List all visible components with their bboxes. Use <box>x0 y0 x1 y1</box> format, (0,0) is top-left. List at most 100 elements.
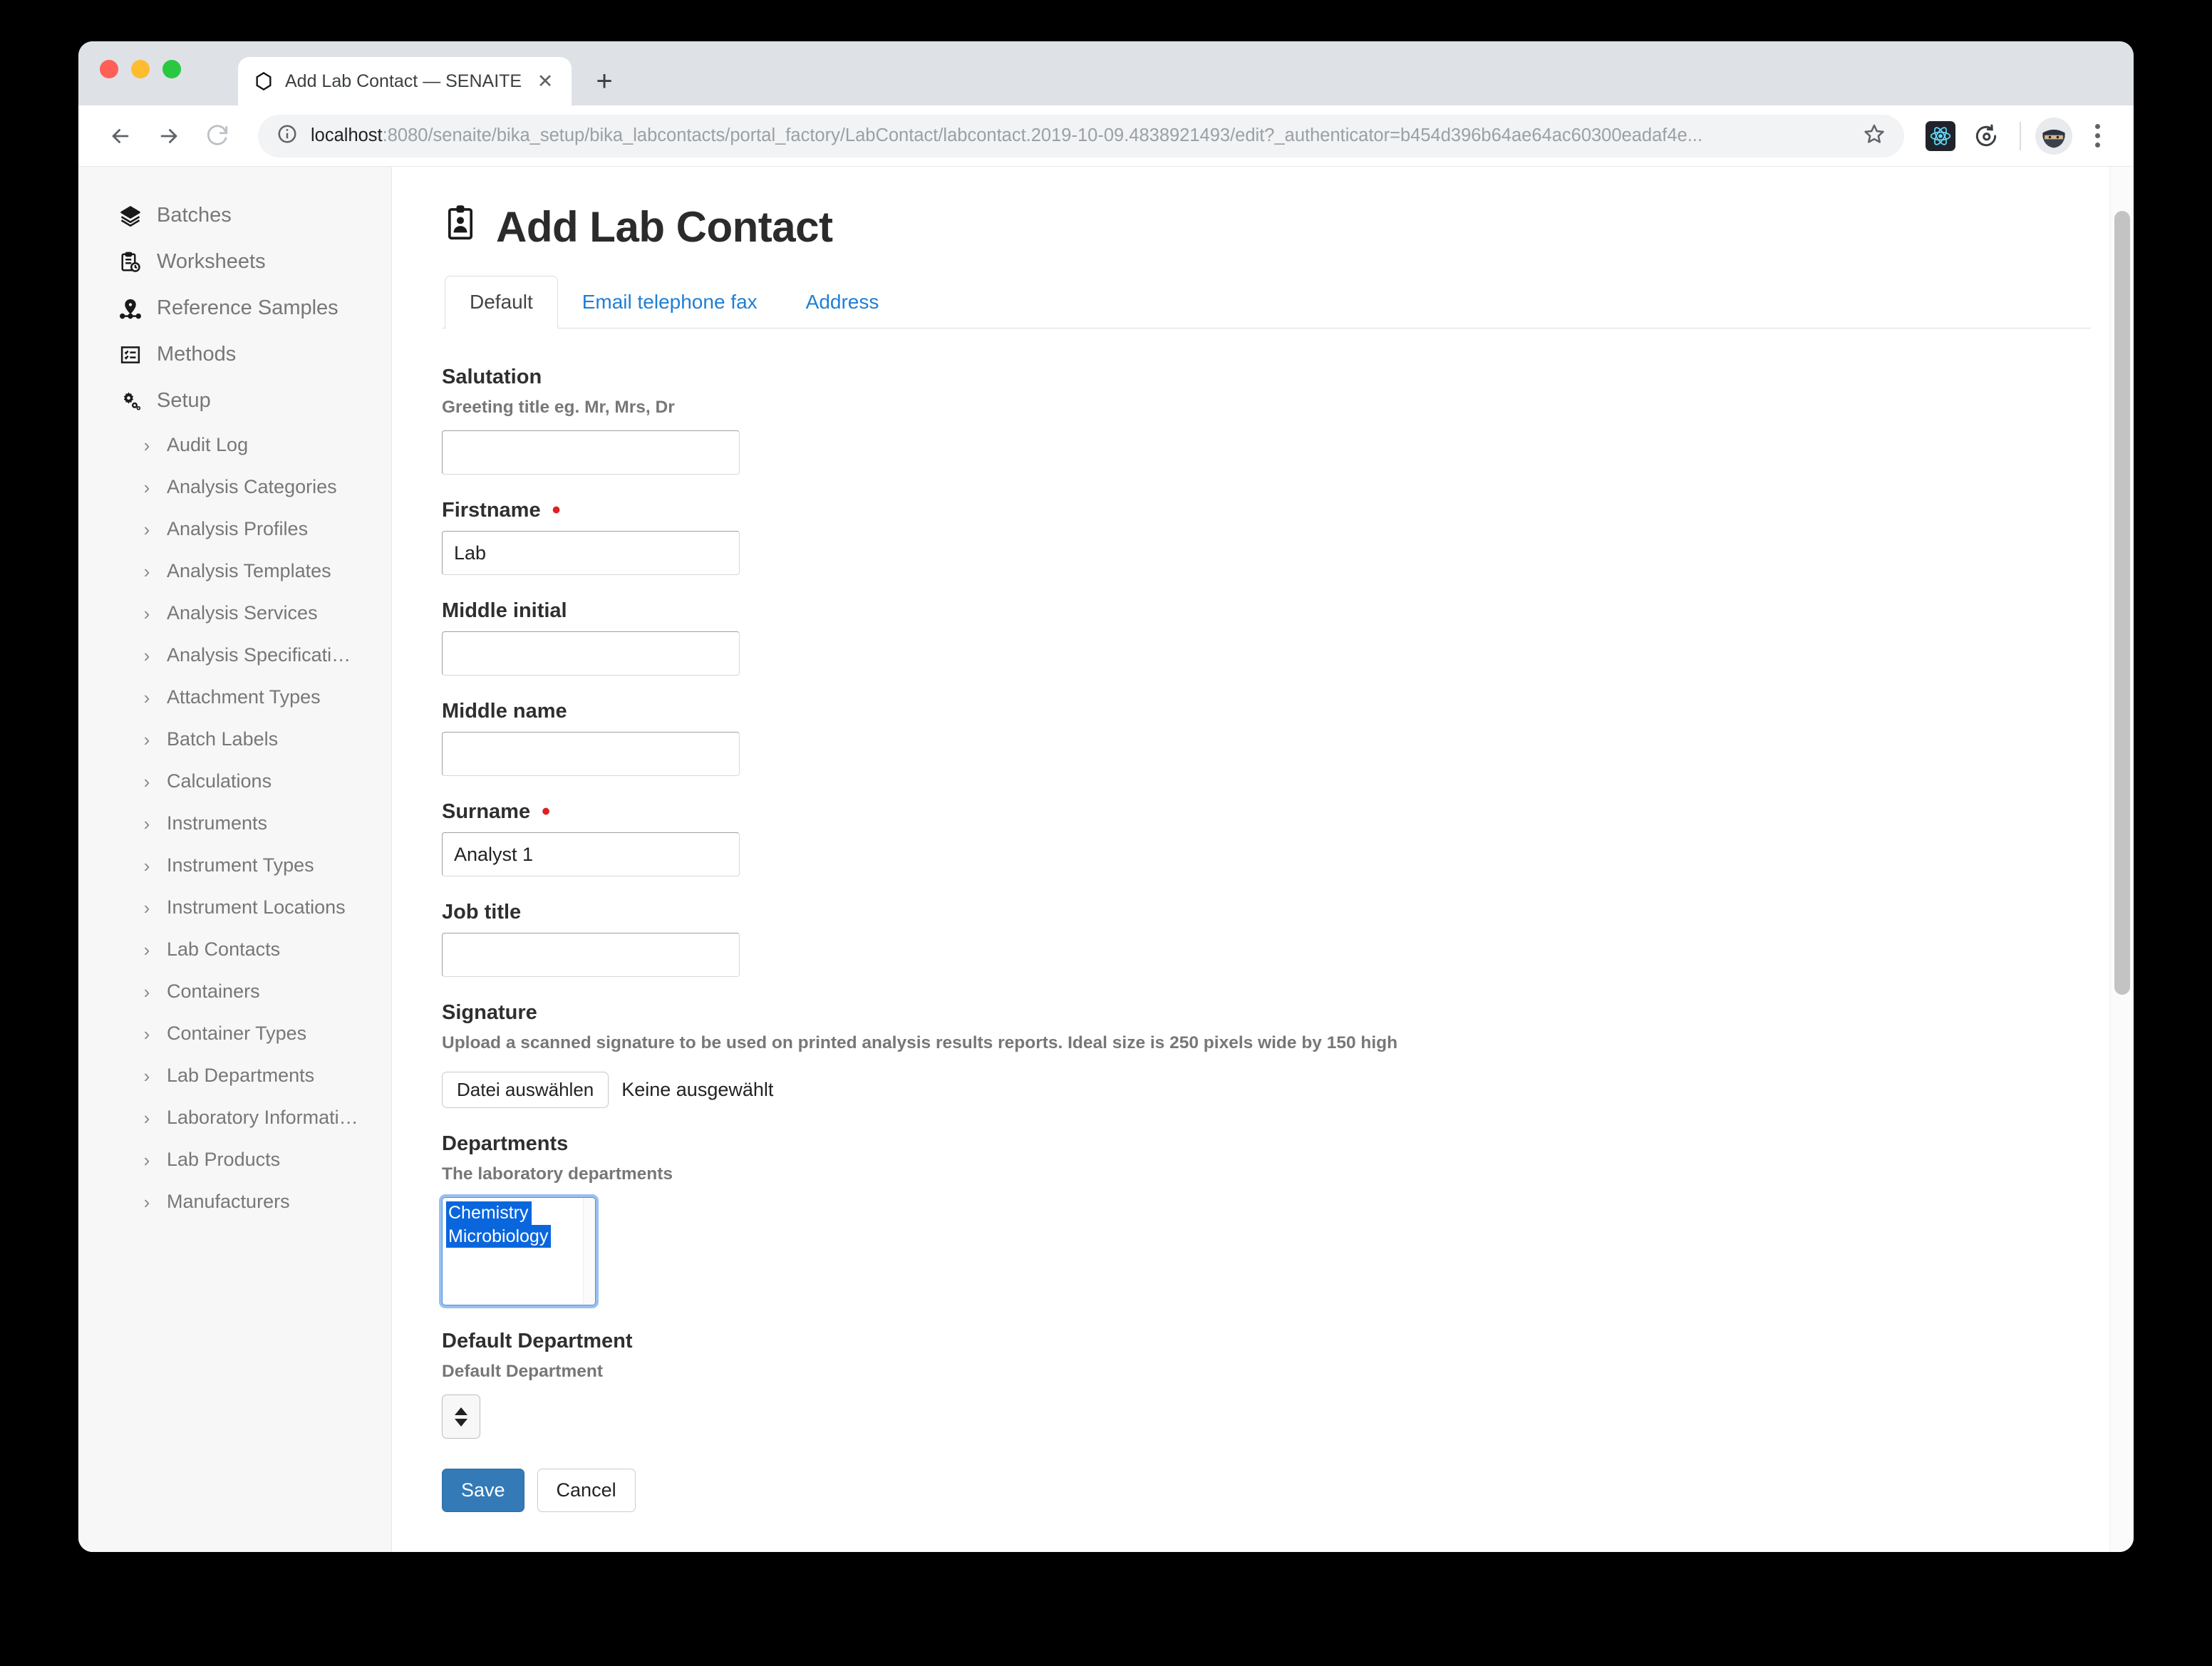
refresh-extension-icon[interactable] <box>1967 117 2005 155</box>
sidebar-subitem-instrument-types[interactable]: › Instrument Types <box>78 844 391 886</box>
job-title-label: Job title <box>442 901 522 923</box>
sidebar-subitem-label: Instrument Types <box>167 854 314 876</box>
chevron-right-icon: › <box>143 518 150 540</box>
sidebar-subitem-label: Analysis Specificati… <box>167 644 351 666</box>
browser-window: Add Lab Contact — SENAITE ✕ + localhost:… <box>78 41 2134 1552</box>
sidebar-subitem-container-types[interactable]: › Container Types <box>78 1013 391 1055</box>
sidebar-item-worksheets[interactable]: Worksheets <box>78 239 391 285</box>
default-department-select[interactable] <box>442 1395 480 1439</box>
middle-name-input[interactable] <box>442 732 740 776</box>
kebab-menu-icon[interactable] <box>2079 116 2115 156</box>
sidebar-subitem-instruments[interactable]: › Instruments <box>78 802 391 844</box>
site-info-icon[interactable] <box>276 123 298 148</box>
tab-title: Add Lab Contact — SENAITE <box>285 71 522 91</box>
sidebar-subitem-label: Lab Departments <box>167 1065 315 1086</box>
field-departments: Departments The laboratory departments C… <box>442 1132 2091 1305</box>
chevron-right-icon: › <box>143 476 150 498</box>
page-viewport: Batches Worksheets Reference Samples Met… <box>78 167 2134 1552</box>
sidebar-subitem-laboratory-information[interactable]: › Laboratory Informati… <box>78 1097 391 1139</box>
ninja-avatar[interactable] <box>2035 117 2072 155</box>
forward-icon[interactable] <box>148 115 190 157</box>
cancel-button[interactable]: Cancel <box>537 1469 636 1512</box>
firstname-label-text: Firstname <box>442 499 541 522</box>
sidebar-subitem-instrument-locations[interactable]: › Instrument Locations <box>78 886 391 928</box>
chevron-right-icon: › <box>143 1065 150 1087</box>
sidebar-subitem-manufacturers[interactable]: › Manufacturers <box>78 1181 391 1223</box>
tab-email-telephone-fax[interactable]: Email telephone fax <box>558 276 782 328</box>
react-devtools-icon[interactable] <box>1921 117 1960 155</box>
sidebar-item-batches[interactable]: Batches <box>78 192 391 239</box>
sidebar-subitem-analysis-profiles[interactable]: › Analysis Profiles <box>78 508 391 550</box>
sidebar-subitem-calculations[interactable]: › Calculations <box>78 760 391 802</box>
job-title-input[interactable] <box>442 933 740 977</box>
sidebar-subitem-analysis-services[interactable]: › Analysis Services <box>78 592 391 634</box>
middle-initial-label: Middle initial <box>442 599 567 622</box>
sidebar-subitem-batch-labels[interactable]: › Batch Labels <box>78 718 391 760</box>
listbox-option-chemistry[interactable]: Chemistry <box>446 1201 532 1225</box>
tab-address[interactable]: Address <box>782 276 904 328</box>
sidebar-subitem-label: Analysis Services <box>167 602 318 624</box>
chevron-right-icon: › <box>143 770 150 792</box>
page-scrollbar[interactable] <box>2109 167 2134 1552</box>
listbox-option-microbiology[interactable]: Microbiology <box>446 1224 552 1248</box>
page-title: Add Lab Contact <box>442 202 2091 252</box>
signature-file-input[interactable]: Datei auswählen Keine ausgewählt <box>442 1072 2091 1108</box>
close-window-button[interactable] <box>100 60 118 78</box>
bookmark-star-icon[interactable] <box>1863 123 1886 149</box>
sidebar-item-methods[interactable]: Methods <box>78 331 391 378</box>
field-surname: Surname • Analyst 1 <box>442 800 2091 876</box>
signature-label: Signature <box>442 1001 537 1024</box>
layers-icon <box>118 205 143 227</box>
salutation-input[interactable] <box>442 430 740 475</box>
field-middle-initial: Middle initial <box>442 599 2091 676</box>
chevron-right-icon: › <box>143 686 150 708</box>
departments-listbox[interactable]: Chemistry Microbiology <box>442 1197 596 1305</box>
required-marker-icon: • <box>552 497 561 524</box>
firstname-input[interactable]: Lab <box>442 531 740 575</box>
field-signature: Signature Upload a scanned signature to … <box>442 1001 2091 1108</box>
scrollbar-thumb[interactable] <box>2114 211 2130 995</box>
listbox-scrollbar[interactable] <box>583 1198 595 1305</box>
departments-hint: The laboratory departments <box>442 1164 673 1184</box>
chevron-right-icon: › <box>143 1149 150 1171</box>
chevron-updown-icon <box>455 1407 467 1427</box>
middle-initial-input[interactable] <box>442 631 740 676</box>
chevron-right-icon: › <box>143 812 150 834</box>
sidebar-subitem-lab-contacts[interactable]: › Lab Contacts <box>78 928 391 971</box>
sidebar-subitem-label: Container Types <box>167 1023 307 1044</box>
sidebar-subitem-audit-log[interactable]: › Audit Log <box>78 424 391 466</box>
sidebar-subitem-label: Attachment Types <box>167 686 321 708</box>
tab-default[interactable]: Default <box>445 276 558 328</box>
sidebar-subitem-analysis-specifications[interactable]: › Analysis Specificati… <box>78 634 391 676</box>
main-content: Add Lab Contact Default Email telephone … <box>392 167 2134 1552</box>
minimize-window-button[interactable] <box>131 60 150 78</box>
contact-card-icon <box>442 202 479 252</box>
form-actions: Save Cancel <box>442 1469 2091 1552</box>
sidebar-item-label: Reference Samples <box>157 296 338 319</box>
chevron-right-icon: › <box>143 981 150 1003</box>
reload-icon[interactable] <box>197 115 238 157</box>
sidebar-subitem-lab-departments[interactable]: › Lab Departments <box>78 1055 391 1097</box>
sidebar-subitem-label: Calculations <box>167 770 272 792</box>
save-button[interactable]: Save <box>442 1469 524 1512</box>
map-pin-icon <box>118 298 143 319</box>
sidebar-subitem-analysis-templates[interactable]: › Analysis Templates <box>78 550 391 592</box>
address-bar[interactable]: localhost:8080/senaite/bika_setup/bika_l… <box>258 114 1904 157</box>
sidebar-subitem-attachment-types[interactable]: › Attachment Types <box>78 676 391 718</box>
sidebar-item-reference-samples[interactable]: Reference Samples <box>78 285 391 331</box>
chevron-right-icon: › <box>143 602 150 624</box>
sidebar-subitem-lab-products[interactable]: › Lab Products <box>78 1139 391 1181</box>
close-icon[interactable]: ✕ <box>533 69 557 93</box>
sidebar-subitem-analysis-categories[interactable]: › Analysis Categories <box>78 466 391 508</box>
browser-tab[interactable]: Add Lab Contact — SENAITE ✕ <box>238 57 572 105</box>
new-tab-button[interactable]: + <box>584 61 624 101</box>
surname-input[interactable]: Analyst 1 <box>442 832 740 876</box>
sidebar-subitem-containers[interactable]: › Containers <box>78 971 391 1013</box>
sidebar-subitem-label: Instruments <box>167 812 268 834</box>
choose-file-button[interactable]: Datei auswählen <box>442 1072 609 1108</box>
back-icon[interactable] <box>100 115 141 157</box>
sidebar-item-setup[interactable]: Setup <box>78 378 391 424</box>
maximize-window-button[interactable] <box>162 60 181 78</box>
surname-label-text: Surname <box>442 800 531 823</box>
chevron-right-icon: › <box>143 728 150 750</box>
